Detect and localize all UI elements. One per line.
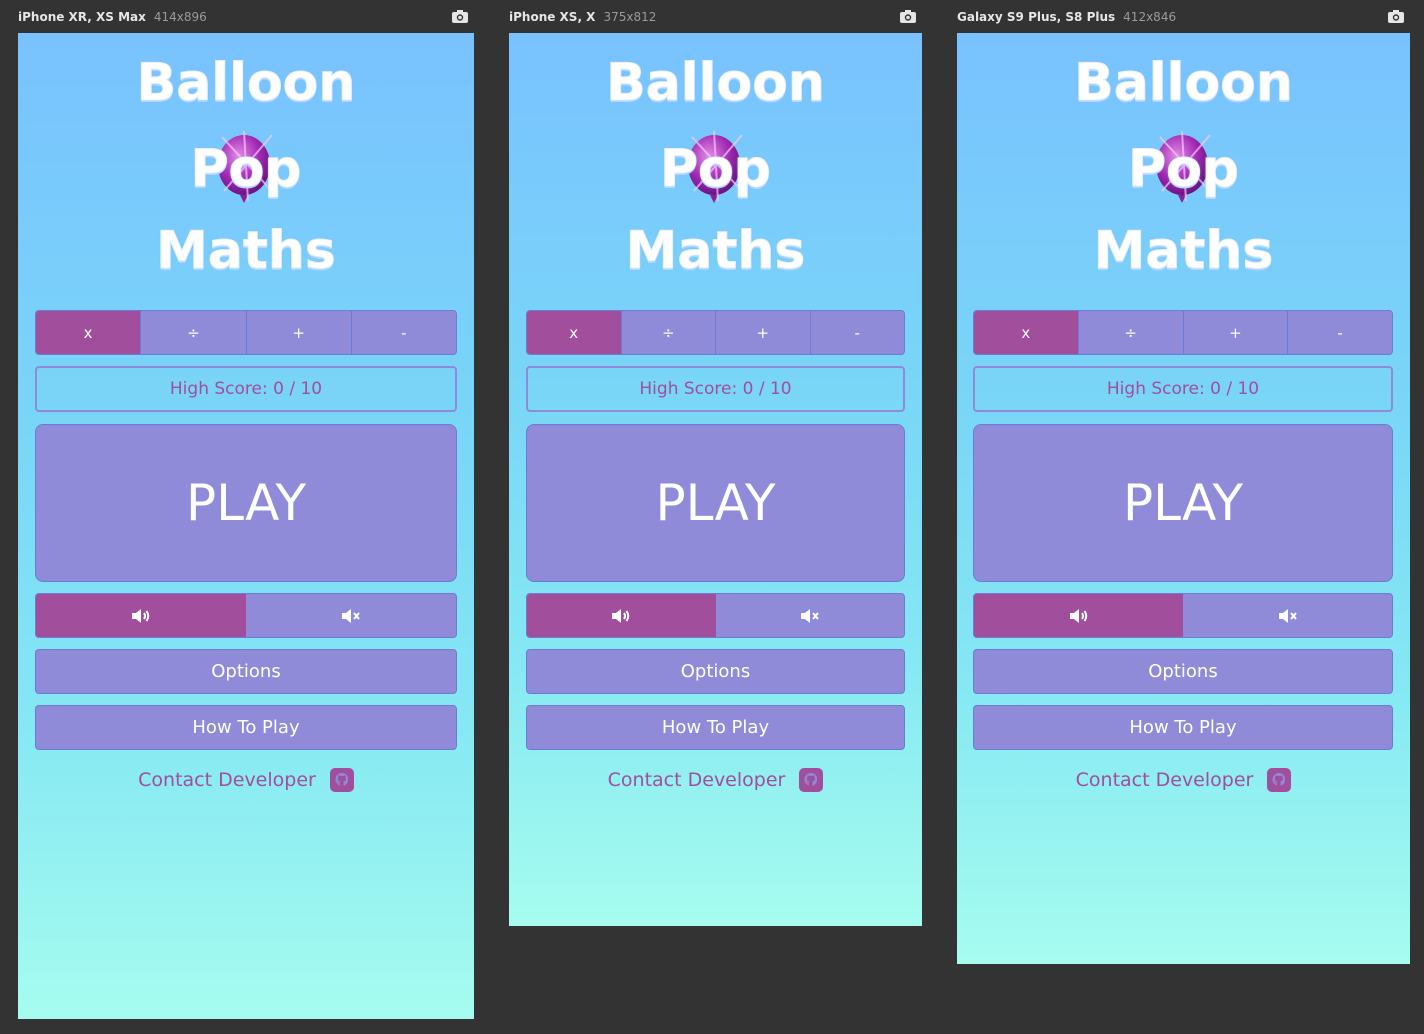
github-icon: [1267, 768, 1292, 792]
screenshot-camera-icon[interactable]: [1386, 7, 1406, 25]
speaker-mute-icon: [800, 608, 819, 623]
play-button[interactable]: PLAY: [973, 424, 1393, 582]
how-to-play-button[interactable]: How To Play: [35, 705, 457, 750]
operation-selector: x ÷ + -: [35, 310, 457, 355]
device-name: Galaxy S9 Plus, S8 Plus: [957, 10, 1116, 24]
play-button[interactable]: PLAY: [526, 424, 905, 582]
phone-screen: Balloon Pop Maths x ÷ + - High Score: 0 …: [509, 33, 922, 926]
op-add-button[interactable]: +: [1184, 311, 1289, 354]
speaker-on-icon: [1069, 608, 1087, 623]
speaker-on-icon: [132, 608, 150, 623]
operation-selector: x ÷ + -: [526, 310, 905, 355]
op-subtract-button[interactable]: -: [811, 311, 905, 354]
op-multiply-button[interactable]: x: [974, 311, 1079, 354]
contact-label: Contact Developer: [607, 769, 786, 791]
high-score: High Score: 0 / 10: [35, 366, 457, 412]
sound-on-button[interactable]: [36, 594, 246, 637]
op-add-button[interactable]: +: [716, 311, 811, 354]
how-to-play-button[interactable]: How To Play: [973, 705, 1393, 750]
contact-developer-link[interactable]: Contact Developer: [957, 765, 1410, 795]
options-button[interactable]: Options: [526, 649, 905, 694]
op-multiply-button[interactable]: x: [36, 311, 142, 354]
sound-on-button[interactable]: [527, 594, 716, 637]
sound-toggle: [35, 593, 457, 638]
speaker-on-icon: [612, 608, 630, 623]
github-icon: [799, 768, 824, 792]
sound-toggle: [973, 593, 1393, 638]
device-header: iPhone XR, XS Max 414x896: [18, 8, 207, 26]
how-to-play-button[interactable]: How To Play: [526, 705, 905, 750]
op-subtract-button[interactable]: -: [1288, 311, 1392, 354]
title-balloon: Balloon: [1074, 53, 1294, 114]
operation-selector: x ÷ + -: [973, 310, 1393, 355]
title-maths: Maths: [156, 221, 337, 282]
title-pop: Pop: [190, 139, 302, 200]
phone-screen: Balloon Pop Maths x ÷ + - High Score: 0 …: [957, 33, 1410, 964]
screenshot-camera-icon[interactable]: [450, 7, 470, 25]
high-score: High Score: 0 / 10: [526, 366, 905, 412]
device-name: iPhone XS, X: [509, 10, 596, 24]
sound-toggle: [526, 593, 905, 638]
title-maths: Maths: [625, 221, 806, 282]
title-maths: Maths: [1093, 221, 1274, 282]
device-dimensions: 412x846: [1123, 10, 1177, 24]
device-dimensions: 375x812: [603, 10, 657, 24]
sound-off-button[interactable]: [246, 594, 456, 637]
contact-developer-link[interactable]: Contact Developer: [18, 765, 474, 795]
title-pop: Pop: [659, 139, 772, 200]
play-button[interactable]: PLAY: [35, 424, 457, 582]
title-pop: Pop: [1127, 139, 1240, 200]
device-header: iPhone XS, X 375x812: [509, 8, 656, 26]
high-score: High Score: 0 / 10: [973, 366, 1393, 412]
title-balloon: Balloon: [606, 53, 826, 114]
op-divide-button[interactable]: ÷: [141, 311, 247, 354]
speaker-mute-icon: [1278, 608, 1297, 623]
title-balloon: Balloon: [136, 53, 356, 114]
screenshot-camera-icon[interactable]: [898, 7, 918, 25]
contact-developer-link[interactable]: Contact Developer: [509, 765, 922, 795]
op-add-button[interactable]: +: [247, 311, 352, 354]
sound-off-button[interactable]: [1183, 594, 1392, 637]
op-divide-button[interactable]: ÷: [622, 311, 716, 354]
github-icon: [329, 768, 354, 792]
device-header: Galaxy S9 Plus, S8 Plus 412x846: [957, 8, 1176, 26]
op-divide-button[interactable]: ÷: [1079, 311, 1184, 354]
contact-label: Contact Developer: [138, 769, 316, 791]
device-name: iPhone XR, XS Max: [18, 10, 146, 24]
sound-off-button[interactable]: [716, 594, 905, 637]
phone-screen: Balloon Pop Maths x ÷ + - High Score: 0 …: [18, 33, 474, 1019]
device-dimensions: 414x896: [153, 10, 207, 24]
options-button[interactable]: Options: [35, 649, 457, 694]
options-button[interactable]: Options: [973, 649, 1393, 694]
sound-on-button[interactable]: [974, 594, 1183, 637]
speaker-mute-icon: [342, 608, 360, 623]
op-multiply-button[interactable]: x: [527, 311, 622, 354]
contact-label: Contact Developer: [1075, 769, 1254, 791]
op-subtract-button[interactable]: -: [352, 311, 456, 354]
